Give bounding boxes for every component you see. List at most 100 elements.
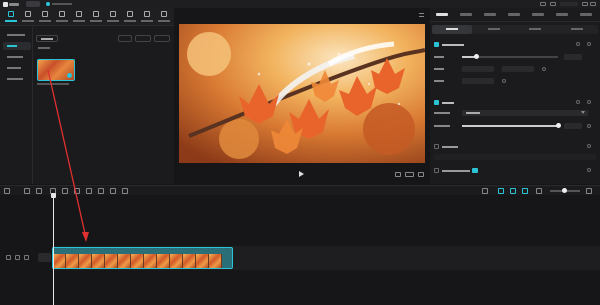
- mute-track-icon[interactable]: [24, 255, 29, 260]
- scale-knob[interactable]: [474, 54, 479, 59]
- fit-timeline-icon[interactable]: [586, 188, 592, 194]
- sidebar-item[interactable]: [3, 64, 31, 72]
- view-toggle-icon[interactable]: [118, 35, 132, 42]
- opacity-knob[interactable]: [556, 123, 561, 128]
- sidebar-item[interactable]: [3, 53, 31, 61]
- blend-keyframe-icon[interactable]: [576, 100, 580, 104]
- playhead[interactable]: [53, 196, 54, 305]
- shortcut-icon[interactable]: [550, 2, 556, 6]
- freeze-icon[interactable]: [74, 188, 80, 194]
- redo-icon[interactable]: [36, 188, 42, 194]
- reverse-icon[interactable]: [86, 188, 92, 194]
- microphone-icon[interactable]: [482, 188, 488, 194]
- ratio-button[interactable]: [405, 172, 414, 177]
- effects-tool[interactable]: [72, 10, 86, 24]
- smart-enhance-info-icon[interactable]: [587, 168, 591, 172]
- scale-value[interactable]: [564, 54, 582, 60]
- properties-tab[interactable]: [436, 13, 448, 16]
- tool-label: [73, 20, 85, 22]
- filter-all-button[interactable]: [154, 35, 170, 42]
- timeline-ruler[interactable]: [52, 196, 600, 203]
- sticker-tool[interactable]: [55, 10, 69, 24]
- import-button[interactable]: [36, 35, 58, 42]
- filter-tool[interactable]: [106, 10, 120, 24]
- undo-icon[interactable]: [24, 188, 30, 194]
- layout-icon[interactable]: [540, 2, 546, 6]
- properties-subtab[interactable]: [557, 25, 597, 34]
- cover-button[interactable]: [38, 253, 51, 262]
- scale-slider[interactable]: [462, 54, 558, 59]
- select-tool-icon[interactable]: [4, 188, 10, 194]
- title-bar: [0, 0, 600, 8]
- preview-menu-icon[interactable]: [419, 13, 424, 17]
- mirror-icon[interactable]: [98, 188, 104, 194]
- properties-subtab[interactable]: [432, 25, 472, 34]
- video-clip[interactable]: [52, 247, 233, 269]
- blend-mode-select[interactable]: [462, 110, 588, 116]
- close-icon[interactable]: [590, 2, 596, 6]
- delete-icon[interactable]: [62, 188, 68, 194]
- properties-tab[interactable]: [460, 13, 472, 16]
- properties-tab[interactable]: [532, 13, 544, 16]
- properties-subtab[interactable]: [474, 25, 514, 34]
- playhead-handle[interactable]: [51, 193, 56, 198]
- keyframe-icon[interactable]: [576, 42, 580, 46]
- x-input[interactable]: [462, 66, 494, 72]
- opacity-slider[interactable]: [462, 123, 561, 128]
- export-button[interactable]: [560, 2, 578, 6]
- sidebar-item[interactable]: [3, 42, 31, 50]
- sidebar-item[interactable]: [3, 31, 31, 39]
- rotate-icon[interactable]: [502, 79, 506, 83]
- y-input[interactable]: [502, 66, 534, 72]
- smart-enhance-checkbox[interactable]: [434, 168, 439, 173]
- reset-icon[interactable]: [587, 42, 591, 46]
- linkage-icon[interactable]: [522, 188, 528, 194]
- transition-tool[interactable]: [89, 10, 103, 24]
- media-item-name: [37, 83, 69, 85]
- sidebar-item[interactable]: [3, 75, 31, 83]
- blend-checkbox[interactable]: [434, 100, 439, 105]
- media-thumbnail[interactable]: [37, 59, 75, 81]
- position-reset-icon[interactable]: [542, 67, 546, 71]
- preview-axis-icon[interactable]: [536, 188, 542, 194]
- media-tool[interactable]: [4, 10, 18, 24]
- opacity-value[interactable]: [564, 123, 582, 129]
- properties-tab[interactable]: [580, 13, 592, 16]
- stabilize-option-row[interactable]: [434, 154, 596, 160]
- minimize-icon[interactable]: [582, 2, 588, 6]
- opacity-reset-icon[interactable]: [587, 124, 591, 128]
- rotation-input[interactable]: [462, 78, 494, 84]
- link-main-track-icon[interactable]: [498, 188, 504, 194]
- blend-reset-icon[interactable]: [587, 100, 591, 104]
- preview-video[interactable]: [179, 24, 425, 163]
- snap-icon[interactable]: [510, 188, 516, 194]
- play-icon[interactable]: [298, 171, 304, 178]
- template-tool[interactable]: [140, 10, 154, 24]
- zoom-knob[interactable]: [562, 188, 567, 193]
- sidebar-item-label: [7, 67, 21, 69]
- crop-clip-icon[interactable]: [122, 188, 128, 194]
- timeline[interactable]: [0, 196, 600, 305]
- audio-tool[interactable]: [21, 10, 35, 24]
- stabilize-info-icon[interactable]: [587, 144, 591, 148]
- lock-track-icon[interactable]: [6, 255, 11, 260]
- clip-frame: [209, 254, 222, 268]
- text-tool[interactable]: [38, 10, 52, 24]
- main-menu-button[interactable]: [26, 1, 40, 7]
- stabilize-checkbox[interactable]: [434, 144, 439, 149]
- adjust-tool[interactable]: [123, 10, 137, 24]
- digital-human-tool[interactable]: [157, 10, 171, 24]
- position-size-checkbox[interactable]: [434, 42, 439, 47]
- properties-tab[interactable]: [556, 13, 568, 16]
- hide-track-icon[interactable]: [15, 255, 20, 260]
- clip-frame: [53, 254, 66, 268]
- fullscreen-icon[interactable]: [418, 172, 424, 177]
- timeline-zoom-slider[interactable]: [550, 188, 580, 193]
- sort-button[interactable]: [135, 35, 151, 42]
- crop-icon[interactable]: [395, 172, 401, 177]
- rotate-clip-icon[interactable]: [110, 188, 116, 194]
- stabilize-label: [442, 146, 458, 148]
- properties-subtab[interactable]: [515, 25, 555, 34]
- properties-tab[interactable]: [484, 13, 496, 16]
- properties-tab[interactable]: [508, 13, 520, 16]
